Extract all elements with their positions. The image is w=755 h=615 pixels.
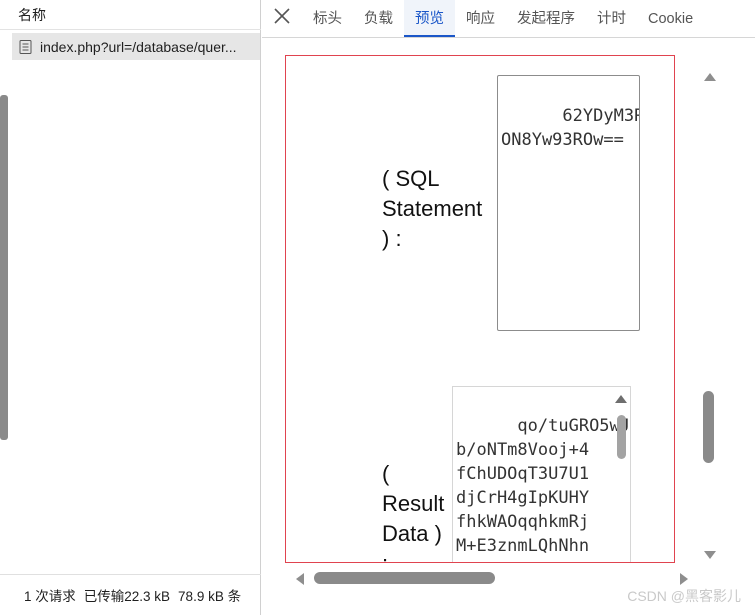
close-details-button[interactable]: [262, 0, 302, 37]
sql-statement-value: 62YDyM3RzrXQ ON8Yw93ROw==: [501, 106, 639, 150]
tab-preview[interactable]: 预览: [404, 0, 455, 37]
preview-vertical-scrollbar[interactable]: [702, 67, 718, 567]
scroll-up-arrow-icon[interactable]: [615, 395, 627, 403]
tab-timing[interactable]: 计时: [586, 0, 637, 37]
result-data-label: ( Result Data ) :: [382, 461, 445, 562]
watermark: CSDN @黑客影儿: [627, 588, 741, 604]
name-column-header[interactable]: 名称: [0, 0, 261, 30]
scroll-left-arrow-icon[interactable]: [296, 573, 304, 585]
tab-response[interactable]: 响应: [455, 0, 506, 37]
request-name: index.php?url=/database/quer...: [40, 38, 237, 55]
tab-cookie[interactable]: Cookie: [637, 0, 704, 37]
close-icon: [273, 7, 291, 30]
result-data-textarea[interactable]: qo/tuGRO5wJZV b/oNTm8Vooj+4 fChUDOqT3U7U…: [452, 386, 631, 562]
sql-statement-label: ( SQL Statement ) :: [382, 166, 483, 251]
request-list-panel: 名称 index.php?url=/database/quer... 1 次请求…: [0, 0, 261, 615]
scroll-down-arrow-icon[interactable]: [704, 551, 716, 559]
resource-size: 78.9 kB 条: [178, 589, 242, 604]
resize-grip-icon[interactable]: [628, 319, 637, 328]
preview-frame: ( SQL Statement ) : 62YDyM3RzrXQ ON8Yw93…: [285, 55, 675, 563]
tab-initiator[interactable]: 发起程序: [506, 0, 586, 37]
tab-payload[interactable]: 负载: [353, 0, 404, 37]
result-data-value: qo/tuGRO5wJZV b/oNTm8Vooj+4 fChUDOqT3U7U…: [456, 416, 630, 562]
preview-horizontal-scrollbar-thumb[interactable]: [314, 572, 495, 584]
sql-statement-textarea[interactable]: 62YDyM3RzrXQ ON8Yw93ROw==: [497, 75, 640, 331]
scroll-up-arrow-icon[interactable]: [704, 73, 716, 81]
preview-vertical-scrollbar-thumb[interactable]: [703, 391, 714, 463]
preview-pane: ( SQL Statement ) : 62YDyM3RzrXQ ON8Yw93…: [262, 39, 755, 615]
list-scrollbar-thumb[interactable]: [0, 95, 8, 440]
transferred-size: 已传输22.3 kB: [83, 589, 171, 604]
scroll-right-arrow-icon[interactable]: [680, 573, 688, 585]
document-icon: [18, 39, 32, 54]
request-count: 1 次请求: [24, 589, 76, 604]
tab-headers[interactable]: 标头: [302, 0, 353, 37]
status-bar: 1 次请求 已传输22.3 kB 78.9 kB 条: [0, 574, 261, 615]
detail-tabs: 标头 负载 预览 响应 发起程序 计时 Cookie: [262, 0, 755, 38]
request-row[interactable]: index.php?url=/database/quer...: [12, 33, 260, 60]
result-scrollbar-thumb[interactable]: [617, 415, 626, 459]
